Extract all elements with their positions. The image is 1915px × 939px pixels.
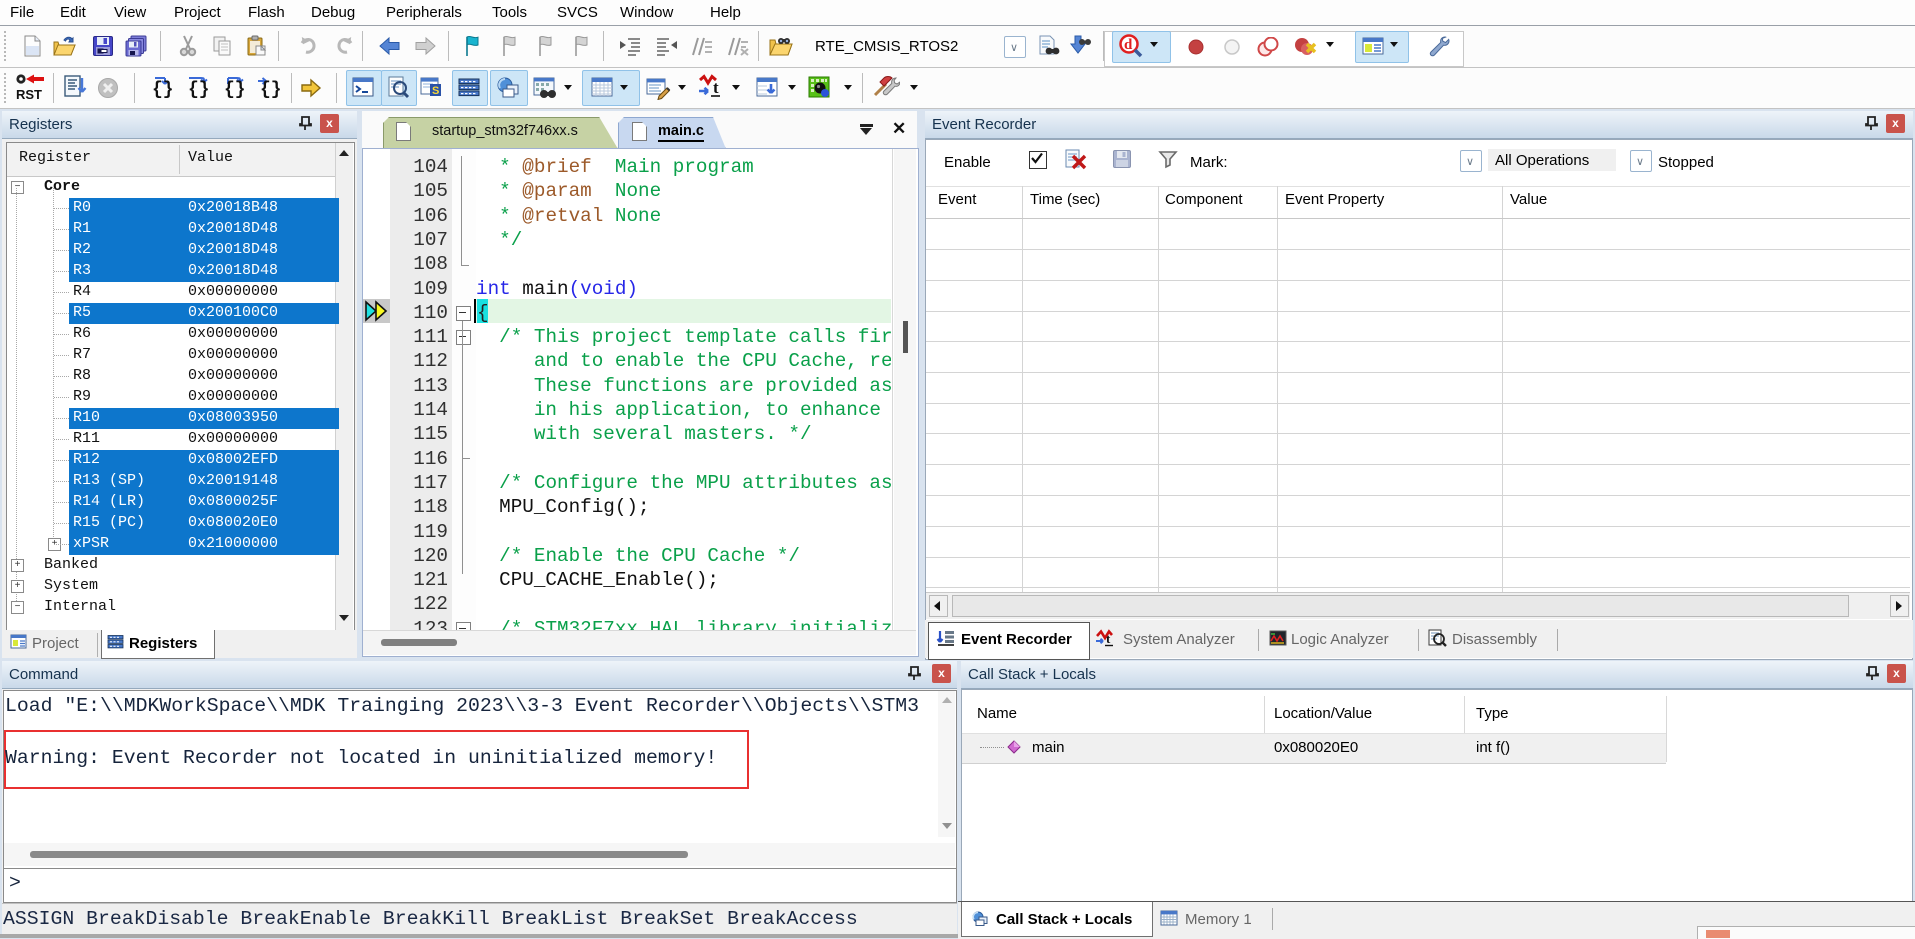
svg-text:{}: {} bbox=[188, 80, 210, 100]
svg-text:d: d bbox=[1124, 37, 1133, 53]
svg-text:{}: {} bbox=[260, 80, 282, 100]
svg-text:t: t bbox=[713, 78, 719, 97]
svg-text:RST: RST bbox=[16, 87, 42, 102]
svg-text:{}: {} bbox=[224, 80, 246, 100]
svg-text:{}: {} bbox=[152, 80, 174, 100]
svg-text:t: t bbox=[1106, 631, 1111, 646]
svg-text:S: S bbox=[432, 85, 439, 97]
